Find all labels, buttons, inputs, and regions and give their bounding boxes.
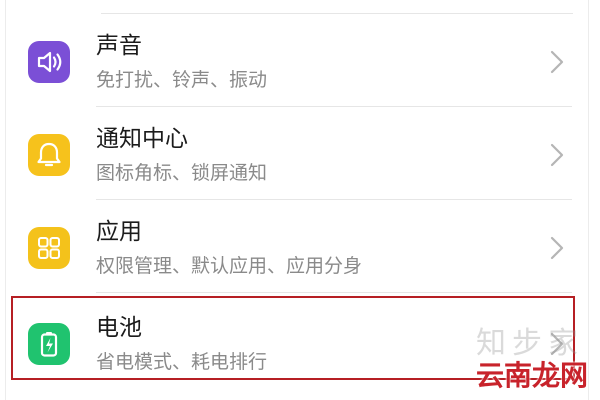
settings-item-title: 声音 (96, 33, 142, 59)
settings-item-notification-center[interactable]: 通知中心 图标角标、锁屏通知 (20, 108, 574, 200)
divider (96, 199, 572, 200)
divider (96, 292, 572, 293)
settings-screen: 声音 免打扰、铃声、振动 通知中心 图标角标、锁屏通知 应用 权限管理、默认应用… (0, 0, 600, 400)
apps-grid-icon (28, 227, 70, 269)
settings-item-sound[interactable]: 声音 免打扰、铃声、振动 (20, 15, 574, 107)
settings-item-subtitle: 省电模式、耗电排行 (96, 351, 268, 373)
settings-item-apps[interactable]: 应用 权限管理、默认应用、应用分身 (20, 201, 574, 293)
battery-icon (28, 323, 70, 365)
speaker-icon (28, 41, 70, 83)
divider (101, 13, 573, 14)
chevron-right-icon (548, 235, 566, 261)
settings-item-title: 通知中心 (96, 126, 188, 152)
chevron-right-icon (548, 49, 566, 75)
settings-item-subtitle: 图标角标、锁屏通知 (96, 162, 268, 184)
settings-item-title: 电池 (96, 315, 142, 341)
settings-item-title: 应用 (96, 219, 142, 245)
divider (96, 106, 572, 107)
chevron-right-icon (548, 142, 566, 168)
brand-watermark: 云南龙网 (475, 359, 588, 392)
settings-item-subtitle: 权限管理、默认应用、应用分身 (96, 255, 363, 277)
settings-item-subtitle: 免打扰、铃声、振动 (96, 69, 268, 91)
bell-icon (28, 134, 70, 176)
